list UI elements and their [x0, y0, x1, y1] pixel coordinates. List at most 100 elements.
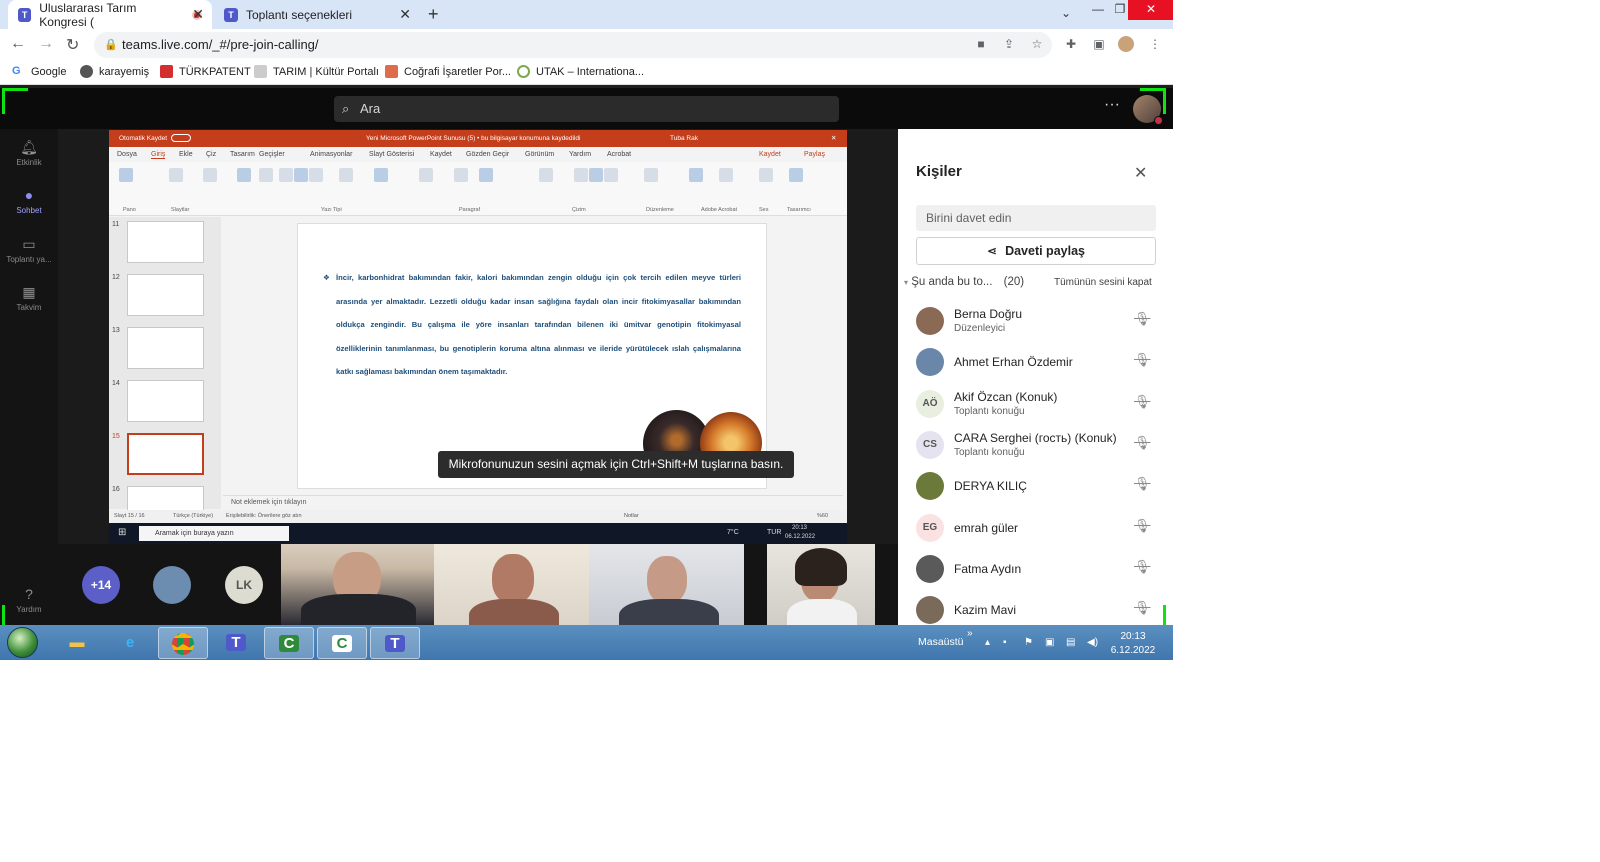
invite-input[interactable]: Birini davet edin — [916, 205, 1156, 231]
back-icon[interactable]: ← — [10, 35, 26, 53]
side-panel-icon[interactable]: ▣ — [1092, 37, 1106, 51]
teams-search-input[interactable]: ⌕ Ara — [334, 96, 839, 122]
people-title: Kişiler — [916, 163, 962, 180]
more-options-icon[interactable]: ··· — [1104, 96, 1120, 114]
screen: T Uluslararası Tarım Kongresi ( ✕ T Topl… — [0, 0, 1173, 660]
ppt-ribbon-group-3: Paragraf — [459, 207, 481, 213]
mic-off-icon: 🎙︎ — [1134, 476, 1151, 492]
camtasia2-taskbar-icon[interactable]: C — [317, 627, 367, 659]
volume-icon[interactable]: ◀) — [1087, 637, 1098, 648]
ribbon-tool-icon — [689, 168, 703, 182]
participant-avatar: CS — [916, 430, 944, 459]
bookmark-utak[interactable]: UTAK – Internationa... — [517, 65, 644, 78]
teams-taskbar-icon[interactable]: T — [211, 627, 261, 659]
chevron-icon[interactable]: » — [967, 628, 973, 639]
profile-avatar[interactable] — [1118, 36, 1134, 52]
video-tile-4[interactable] — [767, 544, 875, 625]
mute-all-link[interactable]: Tümünün sesini kapat — [1054, 277, 1152, 288]
participant-row[interactable]: EG emrah güler 🎙︎ — [916, 512, 1166, 548]
bookmark-tarim[interactable]: TARIM | Kültür Portalı — [254, 65, 379, 78]
slide-number: 16 — [112, 486, 120, 493]
extensions-icon[interactable]: ✚ — [1064, 37, 1078, 51]
participant-row[interactable]: CS CARA Serghei (гость) (Konuk) Toplantı k… — [916, 429, 1166, 465]
inner-time: 20:13 — [792, 525, 808, 531]
tray-display-icon[interactable]: ▤ — [1066, 637, 1075, 648]
participant-avatar-initials[interactable]: LK — [225, 566, 263, 604]
window-close-icon[interactable]: ✕ — [1128, 0, 1173, 20]
ribbon-tool-icon — [203, 168, 217, 182]
ppt-menu-3: Çiz — [206, 151, 217, 158]
ppt-ribbon-group-8: Tasarımcı — [787, 207, 811, 213]
participant-name: Ahmet Erhan Özdemir — [954, 355, 1073, 370]
desktop-toolbar[interactable]: Masaüstü — [918, 636, 964, 648]
share-page-icon[interactable]: ⇪ — [1002, 37, 1016, 51]
chrome-taskbar-button[interactable] — [158, 627, 208, 659]
flag-icon[interactable]: ⚑ — [1024, 637, 1033, 648]
participant-name: Akif Özcan (Konuk) — [954, 389, 1058, 404]
bookmark-google[interactable]: G Google — [12, 65, 66, 78]
participant-row[interactable]: Ahmet Erhan Özdemir 🎙︎ — [916, 346, 1166, 382]
ppt-ribbon-group-4: Çizim — [572, 207, 586, 213]
video-tile-3[interactable] — [589, 544, 744, 625]
bookmark-cografi[interactable]: Coğrafi İşaretler Por... — [385, 65, 511, 78]
reload-icon[interactable]: ↻ — [66, 35, 79, 55]
chrome-icon — [172, 633, 194, 655]
video-tile-1[interactable] — [281, 544, 434, 625]
explorer-icon[interactable]: ▬ — [52, 627, 102, 659]
tab-meeting-options[interactable]: T Toplantı seçenekleri ✕ — [214, 0, 419, 29]
share-invite-button[interactable]: ⋖ Daveti paylaş — [916, 237, 1156, 265]
bookmark-karayemis[interactable]: karayemiş — [80, 65, 149, 78]
ribbon-tool-icon — [294, 168, 308, 182]
rail-chat[interactable]: ● Sohbet — [0, 187, 58, 215]
participant-name: emrah güler — [954, 520, 1019, 535]
camtasia-taskbar-icon[interactable]: C — [264, 627, 314, 659]
rail-meet[interactable]: ▭ Toplantı ya... — [0, 236, 58, 264]
ppt-ribbon-group-5: Düzenleme — [646, 207, 674, 213]
clock[interactable]: 20:13 6.12.2022 — [1108, 630, 1158, 658]
participant-avatar — [916, 472, 944, 501]
camera-icon[interactable]: ■ — [974, 37, 988, 51]
participant-row[interactable]: Berna Doğru Düzenleyici 🎙︎ — [916, 305, 1166, 341]
tray-network-icon[interactable]: ▣ — [1045, 637, 1054, 648]
ppt-menu-10: Görünüm — [525, 151, 555, 158]
close-tab-icon[interactable]: ✕ — [192, 6, 204, 23]
participant-row[interactable]: DERYA KILIÇ 🎙︎ — [916, 470, 1166, 506]
teams-header: ⌕ Ara — [0, 88, 1173, 129]
people-panel: Kişiler ✕ Birini davet edin ⋖ Daveti payl… — [898, 129, 1173, 625]
chrome-menu-icon[interactable]: ⋮ — [1148, 37, 1162, 51]
ppt-ribbon-group-6: Adobe Acrobat — [701, 207, 738, 213]
tab-search-icon[interactable]: ⌄ — [1052, 4, 1080, 24]
tab-congress[interactable]: T Uluslararası Tarım Kongresi ( ✕ — [8, 0, 212, 29]
tray-expand-icon[interactable]: ▴ — [985, 637, 990, 648]
share-icon: ⋖ — [987, 244, 998, 258]
overflow-participants[interactable]: +14 — [82, 566, 120, 604]
participant-avatar-photo[interactable] — [153, 566, 191, 604]
tray-teams-icon[interactable]: ▪ — [1003, 637, 1007, 648]
participant-row[interactable]: AÖ Akif Özcan (Konuk) Toplantı konuğu 🎙︎ — [916, 388, 1166, 424]
ribbon-tool-icon — [789, 168, 803, 182]
bookmark-turkpatent[interactable]: TÜRKPATENT — [160, 65, 251, 78]
ie-icon[interactable]: e — [105, 627, 155, 659]
autosave-label: Otomatik Kaydet — [119, 135, 168, 142]
in-meeting-section[interactable]: ▾ Şu anda bu to... (20) — [904, 276, 1024, 288]
participant-row[interactable]: Fatma Aydın 🎙︎ — [916, 553, 1166, 589]
new-tab-button[interactable]: + — [428, 4, 439, 25]
mic-off-icon: 🎙︎ — [1134, 434, 1151, 450]
rail-activity[interactable]: 🔔︎ Etkinlik — [0, 139, 58, 167]
participant-avatar — [916, 348, 944, 377]
address-bar[interactable]: 🔒 teams.live.com/_#/pre-join-calling/ — [94, 32, 1052, 58]
chat-icon: ● — [24, 187, 34, 203]
bookmark-star-icon[interactable]: ☆ — [1030, 37, 1044, 51]
participant-avatar — [916, 307, 944, 335]
close-icon[interactable]: ✕ — [1134, 163, 1147, 183]
video-tile-2[interactable] — [434, 544, 589, 625]
tab-label: Uluslararası Tarım Kongresi ( — [39, 0, 137, 29]
start-button[interactable] — [7, 627, 38, 658]
teams2-taskbar-icon[interactable]: T — [370, 627, 420, 659]
ppt-menu-8: Kaydet — [430, 151, 452, 158]
forward-icon[interactable]: → — [38, 35, 54, 53]
close-tab-icon[interactable]: ✕ — [399, 6, 411, 23]
ribbon-tool-icon — [759, 168, 773, 182]
ribbon-tool-icon — [309, 168, 323, 182]
rail-calendar[interactable]: ▦ Takvim — [0, 284, 58, 312]
